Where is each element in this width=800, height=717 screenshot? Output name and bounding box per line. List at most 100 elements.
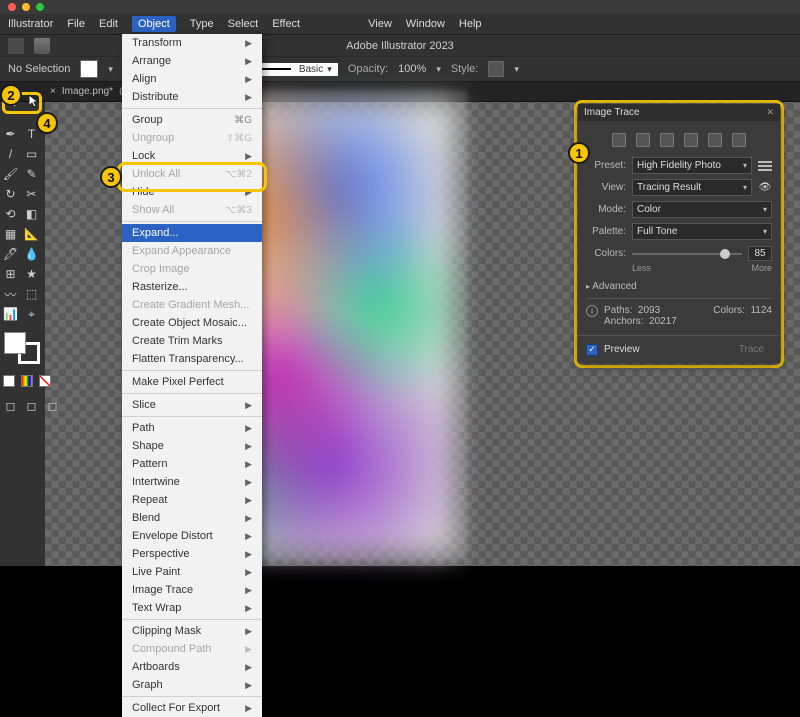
draw-normal-icon[interactable]: ◻ xyxy=(0,396,21,416)
tool-12[interactable]: 🖊 xyxy=(0,244,21,264)
preview-checkbox[interactable]: ✓ xyxy=(586,344,598,356)
menu-file[interactable]: File xyxy=(67,18,85,30)
menuitem-rasterize-[interactable]: Rasterize... xyxy=(122,278,262,296)
home-icon[interactable] xyxy=(34,38,50,54)
preset-auto-icon[interactable] xyxy=(612,133,626,147)
view-select[interactable]: Tracing Result▾ xyxy=(632,179,752,196)
tool-8[interactable]: ⟲ xyxy=(0,204,21,224)
tool-4[interactable]: 🖌 xyxy=(0,164,21,184)
eye-icon[interactable]: 👁 xyxy=(758,182,772,193)
menuitem-clipping-mask[interactable]: Clipping Mask▶ xyxy=(122,622,262,640)
fill-stroke-swatches[interactable] xyxy=(2,330,42,366)
chevron-down-icon[interactable]: ▾ xyxy=(514,64,519,75)
tool-11[interactable]: 📐 xyxy=(21,224,42,244)
draw-inside-icon[interactable]: ◻ xyxy=(42,396,63,416)
menuitem-text-wrap[interactable]: Text Wrap▶ xyxy=(122,599,262,617)
menu-view[interactable]: View xyxy=(368,18,392,30)
menu-help[interactable]: Help xyxy=(459,18,482,30)
menuitem-create-trim-marks[interactable]: Create Trim Marks xyxy=(122,332,262,350)
menuitem-flatten-transparency-[interactable]: Flatten Transparency... xyxy=(122,350,262,368)
menu-type[interactable]: Type xyxy=(190,18,214,30)
tool-16[interactable]: 〰 xyxy=(0,284,21,304)
tool-9[interactable]: ◧ xyxy=(21,204,42,224)
tool-7[interactable]: ✂ xyxy=(21,184,42,204)
menuitem-arrange[interactable]: Arrange▶ xyxy=(122,52,262,70)
tool-13[interactable]: 💧 xyxy=(21,244,42,264)
white-swatch-icon[interactable] xyxy=(2,374,16,388)
tool-17[interactable]: ⬚ xyxy=(21,284,42,304)
traffic-max-icon[interactable] xyxy=(36,3,44,11)
annotation-badge-3: 3 xyxy=(100,166,122,188)
menuitem-blend[interactable]: Blend▶ xyxy=(122,509,262,527)
traffic-min-icon[interactable] xyxy=(22,3,30,11)
mode-select[interactable]: Color▾ xyxy=(632,201,772,218)
preset-label: Preset: xyxy=(586,160,626,171)
trace-button: Trace xyxy=(731,342,772,357)
menuitem-slice[interactable]: Slice▶ xyxy=(122,396,262,414)
tool-15[interactable]: ★ xyxy=(21,264,42,284)
preset-outline-icon[interactable] xyxy=(732,133,746,147)
opacity-value[interactable]: 100% xyxy=(398,63,426,75)
nav-back-icon[interactable] xyxy=(8,38,24,54)
tool-0[interactable]: ✒ xyxy=(0,124,21,144)
menu-object[interactable]: Object xyxy=(132,16,176,32)
menuitem-transform[interactable]: Transform▶ xyxy=(122,34,262,52)
menuitem-pattern[interactable]: Pattern▶ xyxy=(122,455,262,473)
tool-3[interactable]: ▭ xyxy=(21,144,42,164)
menuitem-envelope-distort[interactable]: Envelope Distort▶ xyxy=(122,527,262,545)
draw-behind-icon[interactable]: ◻ xyxy=(21,396,42,416)
selection-status: No Selection xyxy=(8,63,70,75)
red-slash-swatch-icon[interactable] xyxy=(38,374,52,388)
document-tab[interactable]: × Image.png* @ xyxy=(50,86,129,97)
preset-bw-icon[interactable] xyxy=(708,133,722,147)
preset-photo-icon[interactable] xyxy=(636,133,650,147)
menuitem-group[interactable]: Group⌘G xyxy=(122,111,262,129)
menu-effect[interactable]: Effect xyxy=(272,18,300,30)
menuitem-artboards[interactable]: Artboards▶ xyxy=(122,658,262,676)
traffic-close-icon[interactable] xyxy=(8,3,16,11)
tool-5[interactable]: ✎ xyxy=(21,164,42,184)
menuitem-image-trace[interactable]: Image Trace▶ xyxy=(122,581,262,599)
tool-18[interactable]: 📊 xyxy=(0,304,21,324)
menuitem-intertwine[interactable]: Intertwine▶ xyxy=(122,473,262,491)
preset-menu-icon[interactable] xyxy=(758,161,772,171)
preset-select[interactable]: High Fidelity Photo▾ xyxy=(632,157,752,174)
menuitem-expand-[interactable]: Expand... xyxy=(122,224,262,242)
menuitem-shape[interactable]: Shape▶ xyxy=(122,437,262,455)
menu-edit[interactable]: Edit xyxy=(99,18,118,30)
menuitem-make-pixel-perfect[interactable]: Make Pixel Perfect xyxy=(122,373,262,391)
palette-select[interactable]: Full Tone▾ xyxy=(632,223,772,240)
style-label: Style: xyxy=(451,63,479,75)
tool-14[interactable]: ⊞ xyxy=(0,264,21,284)
chevron-down-icon[interactable]: ▾ xyxy=(108,64,113,75)
menuitem-repeat[interactable]: Repeat▶ xyxy=(122,491,262,509)
menuitem-create-object-mosaic-[interactable]: Create Object Mosaic... xyxy=(122,314,262,332)
menuitem-graph[interactable]: Graph▶ xyxy=(122,676,262,694)
menuitem-perspective[interactable]: Perspective▶ xyxy=(122,545,262,563)
preset-lowcolor-icon[interactable] xyxy=(660,133,674,147)
menu-illustrator[interactable]: Illustrator xyxy=(8,18,53,30)
fill-swatch[interactable] xyxy=(80,60,98,78)
direct-selection-tool-icon[interactable] xyxy=(28,94,40,111)
panel-close-icon[interactable]: ✕ xyxy=(766,107,774,118)
colors-slider[interactable] xyxy=(632,248,742,260)
advanced-toggle[interactable]: Advanced xyxy=(586,281,772,292)
tab-close-icon[interactable]: × xyxy=(50,86,56,97)
image-trace-panel: Image Trace ✕ Preset: High Fidelity Phot… xyxy=(578,104,780,363)
preset-grayscale-icon[interactable] xyxy=(684,133,698,147)
menuitem-path[interactable]: Path▶ xyxy=(122,419,262,437)
tool-6[interactable]: ↻ xyxy=(0,184,21,204)
tool-2[interactable]: / xyxy=(0,144,21,164)
menuitem-collect-for-export[interactable]: Collect For Export▶ xyxy=(122,699,262,717)
menuitem-align[interactable]: Align▶ xyxy=(122,70,262,88)
menu-select[interactable]: Select xyxy=(228,18,259,30)
rainbow-swatch-icon[interactable] xyxy=(20,374,34,388)
chevron-down-icon[interactable]: ▾ xyxy=(436,64,441,75)
menuitem-create-gradient-mesh-: Create Gradient Mesh... xyxy=(122,296,262,314)
graphic-style-swatch[interactable] xyxy=(488,61,504,77)
menuitem-distribute[interactable]: Distribute▶ xyxy=(122,88,262,106)
colors-value[interactable]: 85 xyxy=(748,246,772,261)
tool-19[interactable]: ⌖ xyxy=(21,304,42,324)
menu-window[interactable]: Window xyxy=(406,18,445,30)
tool-10[interactable]: ▦ xyxy=(0,224,21,244)
